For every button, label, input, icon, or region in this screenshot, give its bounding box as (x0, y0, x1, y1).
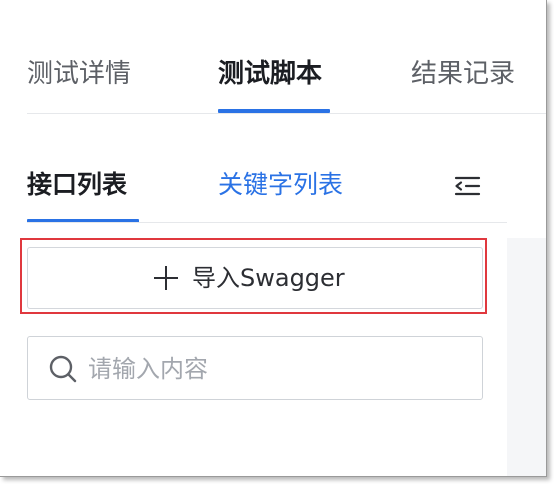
import-swagger-button[interactable]: 导入Swagger (27, 247, 483, 309)
collapse-indent-icon (454, 176, 481, 196)
search-icon (49, 355, 77, 383)
content-panel-edge (507, 238, 546, 476)
tab-test-script[interactable]: 测试脚本 (218, 54, 322, 94)
tab-keyword-list[interactable]: 关键字列表 (218, 165, 343, 205)
import-swagger-label: 导入Swagger (192, 264, 345, 292)
tab-test-details[interactable]: 测试详情 (27, 54, 131, 94)
collapse-sidebar-button[interactable] (450, 170, 486, 202)
subtab-divider (27, 222, 507, 223)
search-input[interactable] (88, 349, 468, 389)
tab-result-records[interactable]: 结果记录 (411, 54, 515, 94)
tab-interface-list[interactable]: 接口列表 (27, 165, 127, 205)
top-tab-divider (27, 113, 546, 114)
panel-frame: 测试详情 测试脚本 结果记录 接口列表 关键字列表 导入Swagger (0, 0, 547, 477)
plus-icon (154, 266, 178, 290)
top-tab-bar: 测试详情 测试脚本 结果记录 (0, 0, 546, 114)
search-field[interactable] (27, 336, 483, 400)
